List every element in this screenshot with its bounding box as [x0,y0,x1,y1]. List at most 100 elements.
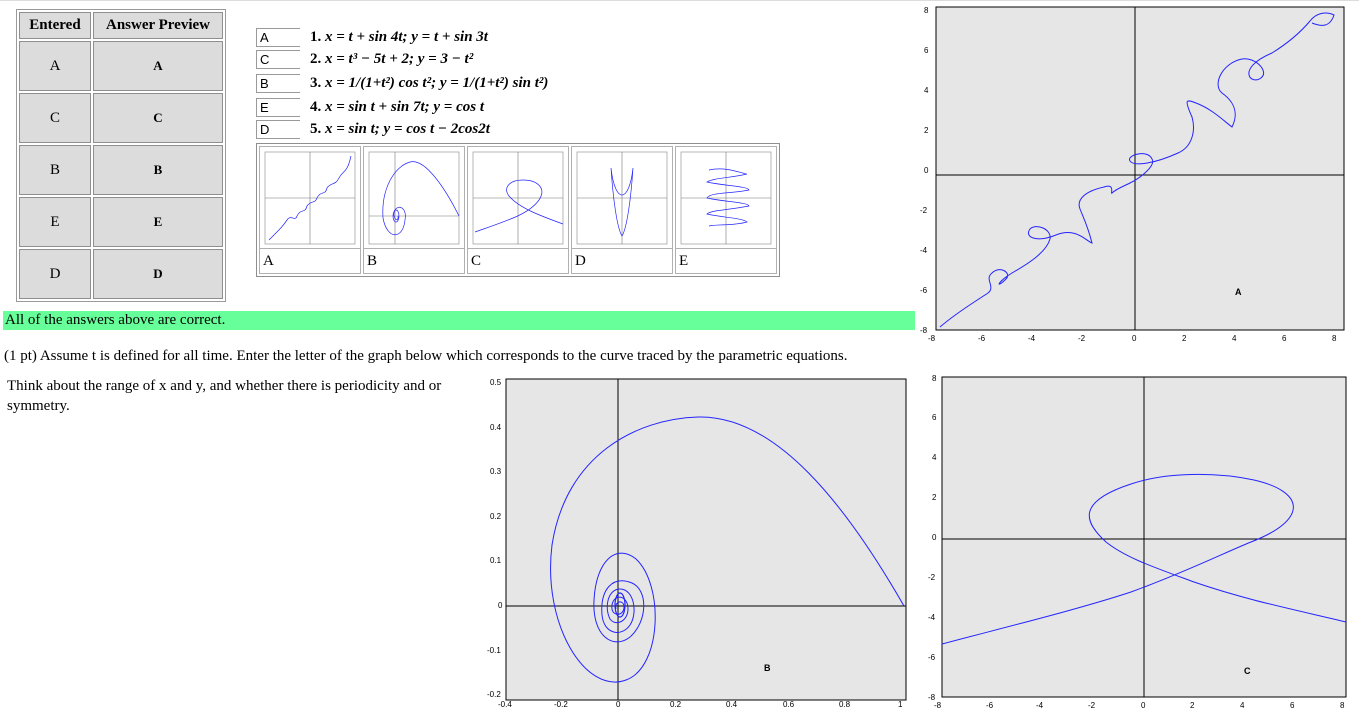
svg-text:0.4: 0.4 [490,423,502,432]
hint-text: Think about the range of x and y, and wh… [7,378,442,414]
svg-text:-2: -2 [928,573,936,582]
graph-thumbnails: A B C D E [256,143,780,277]
svg-text:1: 1 [898,700,903,709]
table-row: D D [19,249,223,299]
plot-b-yticks: 0.5 0.4 0.3 0.2 0.1 0 -0.1 -0.2 [487,378,503,699]
preview-cell: C [93,93,223,143]
svg-text:-2: -2 [1078,334,1086,343]
svg-text:0: 0 [616,700,621,709]
answer-input-4[interactable] [256,98,300,117]
svg-text:0.2: 0.2 [670,700,682,709]
svg-text:0.2: 0.2 [490,512,502,521]
entered-header: Entered [19,12,91,39]
plot-a-graph: A 8 6 4 2 0 -2 -4 -6 -8 -8 -6 -4 -2 0 2 … [920,6,1345,343]
equation-3: 3. x = 1/(1+t²) cos t²; y = 1/(1+t²) sin… [310,75,549,91]
preview-cell: A [93,41,223,91]
table-row: C C [19,93,223,143]
entered-cell: E [19,197,91,247]
svg-text:2: 2 [924,126,929,135]
answer-preview-header: Answer Preview [93,12,223,39]
table-row: E E [19,197,223,247]
svg-text:-6: -6 [978,334,986,343]
entered-cell: C [19,93,91,143]
thumbnail-c[interactable]: C [467,146,569,274]
svg-text:0: 0 [932,533,937,542]
answer-input-5[interactable] [256,120,300,139]
matching-row: 5. x = sin t; y = cos t − 2cos2t [256,119,576,141]
svg-text:4: 4 [1232,334,1237,343]
svg-text:-6: -6 [928,653,936,662]
svg-text:-0.2: -0.2 [487,690,501,699]
preview-cell: D [93,249,223,299]
matching-list: 1. x = t + sin 4t; y = t + sin 3t 2. x =… [256,27,576,141]
plot-a-label: A [1235,287,1242,297]
svg-text:-2: -2 [1088,701,1096,710]
thumbnail-a-label: A [260,248,360,273]
thumbnail-e-graph [680,151,772,245]
svg-text:-4: -4 [1036,701,1044,710]
plot-b-label: B [764,663,771,673]
svg-text:0: 0 [1132,334,1137,343]
svg-text:0: 0 [1141,701,1146,710]
thumbnail-c-graph [472,151,564,245]
table-row: B B [19,145,223,195]
svg-text:0.3: 0.3 [490,467,502,476]
thumbnail-a[interactable]: A [259,146,361,274]
preview-cell: B [93,145,223,195]
svg-text:8: 8 [1340,701,1345,710]
answer-table: Entered Answer Preview A A C C B B E E D… [16,9,226,302]
answer-input-1[interactable] [256,28,300,47]
matching-row: 3. x = 1/(1+t²) cos t²; y = 1/(1+t²) sin… [256,71,576,97]
thumbnail-c-label: C [468,248,568,273]
svg-text:-0.1: -0.1 [487,646,501,655]
svg-text:4: 4 [924,86,929,95]
svg-text:8: 8 [924,6,929,15]
svg-text:0.6: 0.6 [783,700,795,709]
svg-text:-8: -8 [934,701,942,710]
svg-text:8: 8 [1332,334,1337,343]
plot-b-graph: B 0.5 0.4 0.3 0.2 0.1 0 -0.1 -0.2 -0.4 -… [487,378,907,709]
svg-text:6: 6 [1290,701,1295,710]
svg-text:0.1: 0.1 [490,556,502,565]
plot-a-yticks: 8 6 4 2 0 -2 -4 -6 -8 [920,6,929,335]
thumbnail-d-graph [576,151,668,245]
svg-text:-4: -4 [928,613,936,622]
svg-text:0.4: 0.4 [726,700,738,709]
question-text: (1 pt) Assume t is defined for all time.… [4,348,848,364]
answer-input-3[interactable] [256,74,300,93]
entered-cell: B [19,145,91,195]
svg-text:4: 4 [932,453,937,462]
svg-text:2: 2 [1190,701,1195,710]
svg-text:0.8: 0.8 [839,700,851,709]
svg-text:6: 6 [1282,334,1287,343]
plot-a-xticks: -8 -6 -4 -2 0 2 4 6 8 [928,334,1337,343]
plot-a: A 8 6 4 2 0 -2 -4 -6 -8 -8 -6 -4 -2 0 2 … [916,3,1346,343]
svg-text:-6: -6 [986,701,994,710]
plot-b: B 0.5 0.4 0.3 0.2 0.1 0 -0.1 -0.2 -0.4 -… [486,375,910,720]
thumbnail-d[interactable]: D [571,146,673,274]
svg-text:2: 2 [1182,334,1187,343]
svg-text:-0.4: -0.4 [498,700,512,709]
answer-input-2[interactable] [256,50,300,69]
thumbnail-e[interactable]: E [675,146,777,274]
svg-text:-6: -6 [920,286,928,295]
thumbnail-b[interactable]: B [363,146,465,274]
svg-text:0: 0 [924,166,929,175]
thumbnail-b-label: B [364,248,464,273]
thumbnail-a-graph [264,151,356,245]
svg-text:6: 6 [924,46,929,55]
plot-c: C 8 6 4 2 0 -2 -4 -6 -8 -8 -6 -4 -2 0 2 … [926,372,1356,717]
plot-c-yticks: 8 6 4 2 0 -2 -4 -6 -8 [928,374,937,702]
svg-text:-4: -4 [920,246,928,255]
matching-row: 4. x = sin t + sin 7t; y = cos t [256,97,576,119]
table-row: A A [19,41,223,91]
svg-text:-2: -2 [920,206,928,215]
equation-5: 5. x = sin t; y = cos t − 2cos2t [310,121,490,137]
plot-b-xticks: -0.4 -0.2 0 0.2 0.4 0.6 0.8 1 [498,700,903,709]
plot-c-graph: C 8 6 4 2 0 -2 -4 -6 -8 -8 -6 -4 -2 0 2 … [928,374,1347,710]
matching-row: 2. x = t³ − 5t + 2; y = 3 − t² [256,49,576,71]
plot-c-label: C [1244,666,1251,676]
svg-text:8: 8 [932,374,937,383]
entered-cell: A [19,41,91,91]
thumbnail-b-graph [368,151,460,245]
